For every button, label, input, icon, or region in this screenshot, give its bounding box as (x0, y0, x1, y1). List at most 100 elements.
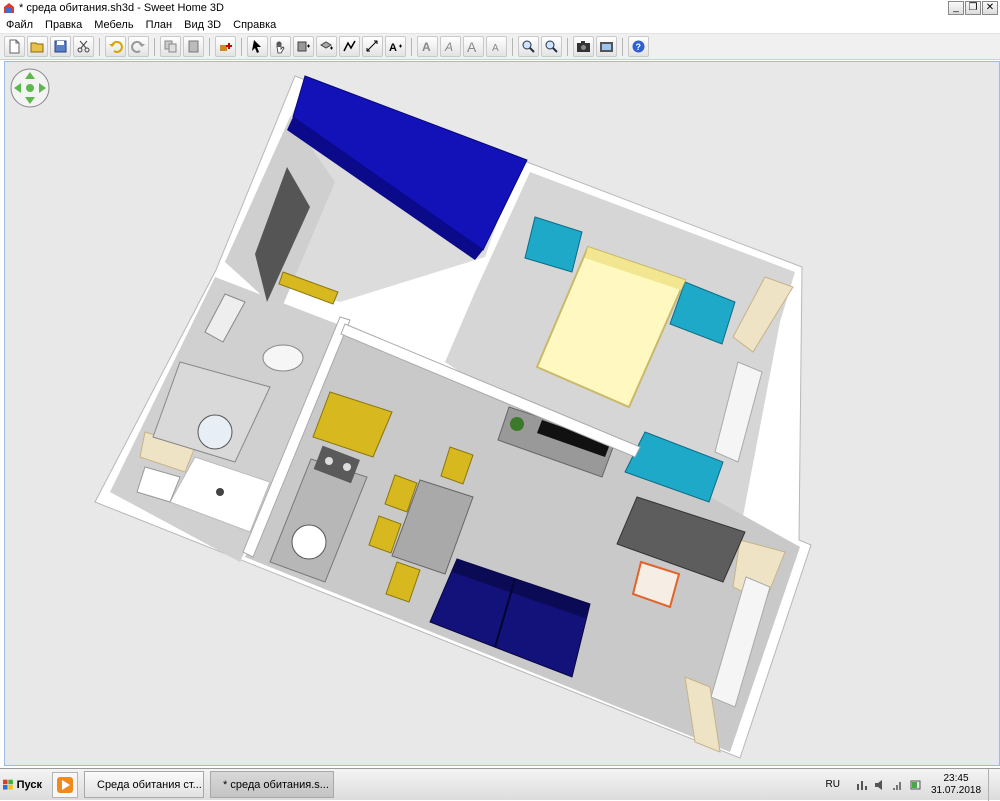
decrease-text-icon: A (492, 43, 499, 54)
sink (262, 344, 304, 372)
menu-file[interactable]: Файл (0, 19, 39, 31)
potted-plant (510, 417, 524, 431)
toolbar-separator (411, 37, 412, 56)
room-icon (320, 41, 333, 50)
toolbar-separator (622, 37, 623, 56)
task-label: Среда обитания ст... (97, 778, 202, 791)
bold-text-icon: A (422, 40, 431, 54)
undo-icon (109, 40, 123, 53)
italic-text-icon: A (444, 40, 453, 54)
italic-text-button[interactable]: A (440, 36, 461, 57)
svg-text:A: A (467, 39, 477, 54)
select-mode-button[interactable] (247, 36, 268, 57)
copy-button[interactable] (160, 36, 181, 57)
close-button[interactable]: ✕ (982, 1, 998, 15)
3d-view[interactable] (4, 61, 1000, 766)
toolbar-separator (154, 37, 155, 56)
task-label: * среда обитания.s... (223, 778, 329, 791)
toolbar-separator (209, 37, 210, 56)
create-photo-button[interactable] (573, 36, 594, 57)
pan-mode-button[interactable] (270, 36, 291, 57)
create-polylines-button[interactable] (339, 36, 360, 57)
toolbar-separator (241, 37, 242, 56)
toolbar: A A A A A ? (0, 34, 1000, 60)
language-indicator[interactable]: RU (826, 779, 840, 790)
start-button[interactable]: Пуск (0, 772, 42, 798)
restore-button[interactable]: ❐ (965, 1, 981, 15)
signal-icon[interactable] (892, 778, 904, 792)
network-icon[interactable] (856, 778, 868, 792)
new-home-button[interactable] (4, 36, 25, 57)
help-icon: ? (632, 40, 645, 53)
copy-icon (164, 40, 177, 53)
help-button[interactable]: ? (628, 36, 649, 57)
taskbar-task-sweet-home[interactable]: * среда обитания.s... (210, 771, 334, 798)
increase-text-size-button[interactable]: A (463, 36, 484, 57)
washing-machine-drum (197, 414, 233, 450)
add-text-button[interactable]: A (385, 36, 406, 57)
arrow-pointer-icon (252, 40, 261, 53)
create-dimensions-button[interactable] (362, 36, 383, 57)
volume-icon[interactable] (874, 778, 886, 792)
svg-text:A: A (422, 40, 431, 54)
undo-button[interactable] (105, 36, 126, 57)
new-document-icon (9, 39, 20, 54)
window-title: * среда обитания.sh3d - Sweet Home 3D (19, 2, 224, 14)
bold-text-button[interactable]: A (417, 36, 438, 57)
decrease-text-size-button[interactable]: A (486, 36, 507, 57)
save-icon (54, 40, 67, 53)
paste-button[interactable] (183, 36, 204, 57)
taskbar-task-browser[interactable]: Y Среда обитания ст... (84, 771, 204, 798)
camera-icon (577, 41, 590, 52)
toolbar-separator (99, 37, 100, 56)
media-player-icon (57, 776, 73, 793)
3d-floor-plan[interactable] (5, 62, 999, 765)
dimension-icon (366, 40, 378, 52)
zoom-out-icon (545, 40, 558, 53)
zoom-in-icon (522, 40, 535, 53)
open-button[interactable] (27, 36, 48, 57)
create-rooms-button[interactable] (316, 36, 337, 57)
scissors-icon (77, 40, 90, 53)
windows-logo-icon (3, 779, 13, 790)
toolbar-separator (567, 37, 568, 56)
save-button[interactable] (50, 36, 71, 57)
oven-window (291, 524, 327, 560)
cut-button[interactable] (73, 36, 94, 57)
media-player-quicklaunch[interactable] (52, 771, 78, 798)
menu-edit[interactable]: Правка (39, 19, 88, 31)
redo-icon (131, 40, 145, 53)
battery-icon[interactable] (910, 778, 922, 792)
video-icon (600, 42, 613, 52)
text-icon: A (389, 42, 402, 54)
show-desktop-button[interactable] (988, 768, 1000, 801)
menu-plan[interactable]: План (140, 19, 179, 31)
zoom-out-button[interactable] (541, 36, 562, 57)
clock[interactable]: 23:45 31.07.2018 (928, 773, 984, 797)
svg-text:?: ? (636, 42, 642, 52)
hand-icon (276, 41, 285, 54)
start-label: Пуск (16, 778, 42, 791)
redo-button[interactable] (128, 36, 149, 57)
clock-date: 31.07.2018 (930, 784, 982, 796)
add-furniture-button[interactable] (215, 36, 236, 57)
add-furniture-icon (220, 43, 232, 51)
polyline-icon (343, 40, 356, 52)
create-video-button[interactable] (596, 36, 617, 57)
wall-icon (297, 41, 310, 52)
clock-time: 23:45 (943, 772, 969, 784)
navigation-arrows-icon[interactable] (10, 68, 50, 108)
sweet-home-3d-icon (4, 3, 14, 13)
create-walls-button[interactable] (293, 36, 314, 57)
menu-help[interactable]: Справка (227, 19, 282, 31)
svg-text:A: A (492, 43, 499, 54)
menu-bar: Файл Правка Мебель План Вид 3D Справка (0, 16, 1000, 34)
svg-text:A: A (444, 40, 453, 54)
minimize-button[interactable]: _ (948, 1, 964, 15)
menu-furniture[interactable]: Мебель (88, 19, 139, 31)
title-bar: * среда обитания.sh3d - Sweet Home 3D _ … (0, 0, 1000, 16)
menu-3d-view[interactable]: Вид 3D (178, 19, 227, 31)
zoom-in-button[interactable] (518, 36, 539, 57)
paste-icon (188, 40, 199, 53)
toolbar-separator (512, 37, 513, 56)
